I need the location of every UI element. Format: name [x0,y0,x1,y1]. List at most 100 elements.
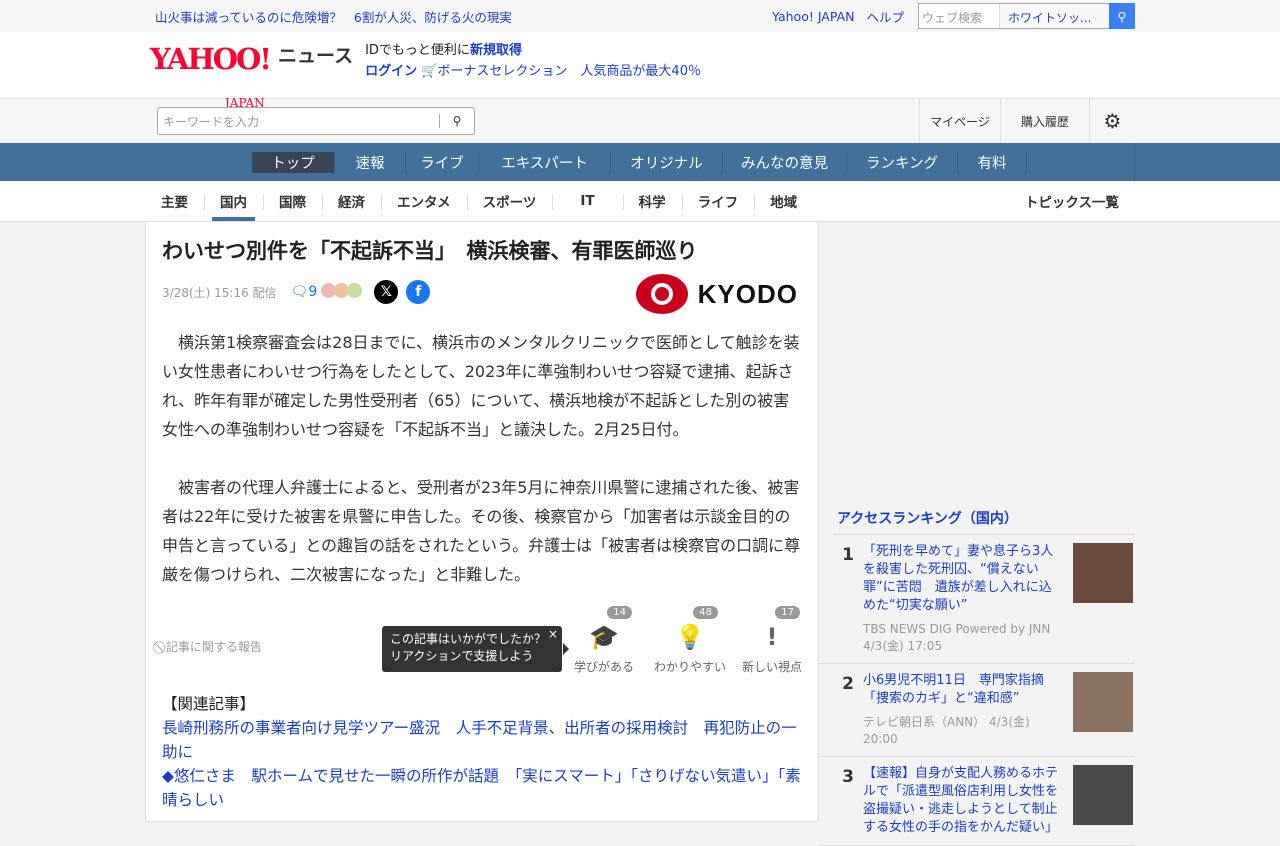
publish-date: 3/28(土) 15:16 配信 [162,285,277,300]
source-name: KYODO [697,278,798,309]
subnav-entertainment[interactable]: エンタメ [381,181,467,221]
web-search: ウェブ検索 ホワイトソッ... ⚲ [918,3,1135,29]
reaction-count: 17 [775,606,800,619]
reaction-label: 新しい視点 [741,660,802,674]
article: わいせつ別件を「不起訴不当」 横浜検審、有罪医師巡り 3/28(土) 15:16… [145,222,819,822]
ranking-source: TBS NEWS DIG Powered by JNN [863,622,1051,636]
x-share-icon[interactable]: 𝕏 [374,280,399,304]
trend-text: 山火事は減っているのに危険増？ [155,9,342,25]
reaction-label: わかりやすい [653,660,726,674]
ranking-title[interactable]: 【速報】自身が支配人務めるホテルで「派遣型風俗店利用し女性を盗撮疑い・逃走しよう… [863,765,1063,837]
search-icon[interactable]: ⚲ [440,114,474,128]
kyodo-logo[interactable]: KYODO [635,274,798,314]
nav-top[interactable]: トップ [252,151,335,173]
promo-link[interactable]: ボーナスセレクション 人気商品が最大40％ [437,64,701,79]
ranking-source: テレビ朝日系（ANN） [863,715,986,729]
nav-live[interactable]: ライブ [406,151,479,173]
comment-count: 9 [308,284,318,300]
subnav-sports[interactable]: スポーツ [466,181,553,221]
related-link[interactable]: 長崎刑務所の事業者向け見学ツアー盛況 人手不足背景、出所者の採用検討 再犯防止の… [162,716,802,764]
ranking-title[interactable]: 「死刑を早めて」妻や息子ら3人を殺害した死刑囚、“償えない罪”に苦悶 遺族が差し… [863,543,1063,615]
yahoo-news-logo[interactable]: YAHOO! JAPAN ニュース [150,44,353,110]
cart-icon: 🛒 [421,64,438,79]
help-link[interactable]: ヘルプ [866,7,904,26]
header: YAHOO! JAPAN ニュース IDでもっと便利に新規取得 ログイン 🛒ボー… [145,32,1135,110]
main-nav: トップ 速報 ライブ エキスパート オリジナル みんなの意見 ランキング 有料 [0,143,1280,181]
logo-yahoo: YAHOO! [150,41,272,76]
sidebar: アクセスランキング（国内） 1 「死刑を早めて」妻や息子ら3人を殺害した死刑囚、“… [819,222,1135,846]
reaction-faces-icon [321,283,363,301]
reaction-learn-button[interactable]: 14 🎓 学びがある [564,606,644,675]
trending-link[interactable]: 山火事は減っているのに危険増？ 6割が人災、防げる火の現実 [155,7,524,26]
id-text: IDでもっと便利に [365,43,470,58]
search-placeholder: キーワードを入力 [163,114,260,129]
subnav-economy[interactable]: 経済 [322,181,381,221]
related-articles: 【関連記事】 長崎刑務所の事業者向け見学ツアー盛況 人手不足背景、出所者の採用検… [162,692,802,812]
subnav-world[interactable]: 国際 [263,181,322,221]
reaction-newview-button[interactable]: 17! 新しい視点 [732,606,812,675]
subnav-local[interactable]: 地域 [754,181,813,221]
subnav-it[interactable]: IT [552,181,622,221]
rank-number: 1 [842,545,854,565]
subnav-domestic[interactable]: 国内 [204,181,263,221]
thumbnail[interactable] [1073,765,1133,825]
keyword-search-input[interactable]: キーワードを入力 ⚲ [157,107,475,135]
gear-icon[interactable]: ⚙ [1089,99,1135,143]
thumbnail[interactable] [1073,672,1133,732]
nav-ranking[interactable]: ランキング [847,151,958,173]
signup-link[interactable]: 新規取得 [470,43,522,58]
logo-news: ニュース [278,44,354,67]
exclamation-icon: ! [766,623,778,651]
web-search-input[interactable]: ウェブ検索 [919,4,999,28]
access-ranking: アクセスランキング（国内） 1 「死刑を早めて」妻や息子ら3人を殺害した死刑囚、“… [819,502,1135,846]
yahoo-japan-link[interactable]: Yahoo! JAPAN [772,9,854,24]
tip-text: この記事はいかがでしたか？ [390,632,547,646]
reaction-clear-button[interactable]: 48 💡 わかりやすい [650,606,730,675]
lightbulb-icon: 💡 [675,623,705,651]
ranking-item[interactable]: 1 「死刑を早めて」妻や息子ら3人を殺害した死刑囚、“償えない罪”に苦悶 遺族が差… [819,535,1135,664]
purchase-history-link[interactable]: 購入履歴 [1000,99,1089,143]
ranking-item[interactable]: 2 小6男児不明11日 専門家指摘「捜索のカギ」と“違和感” テレビ朝日系（ANN）… [819,664,1135,757]
nav-paid[interactable]: 有料 [958,151,1027,173]
subnav-life[interactable]: ライフ [681,181,755,221]
ranking-item[interactable]: 3 【速報】自身が支配人務めるホテルで「派遣型風俗店利用し女性を盗撮疑い・逃走しよ… [819,757,1135,846]
subnav-science[interactable]: 科学 [622,181,682,221]
nav-original[interactable]: オリジナル [611,151,723,173]
graduation-cap-icon: 🎓 [589,623,619,651]
search-icon[interactable]: ⚲ [1109,3,1135,29]
tip-text: リアクションで支援しよう [390,649,534,663]
rank-number: 3 [842,767,854,787]
report-link[interactable]: ⃠ 記事に関する報告 [162,638,262,655]
sub-nav: 主要 国内 国際 経済 エンタメ スポーツ IT 科学 ライフ 地域 トピックス… [0,181,1280,222]
close-icon[interactable]: × [548,626,558,643]
article-title: わいせつ別件を「不起訴不当」 横浜検審、有罪医師巡り [162,239,698,263]
thumbnail[interactable] [1073,543,1133,603]
paragraph: 横浜第1検察審査会は28日までに、横浜市のメンタルクリニックで医師として触診を装… [162,333,800,439]
ranking-heading: アクセスランキング（国内） [833,502,1135,535]
related-link[interactable]: ◆悠仁さま 駅ホームで見せた一瞬の所作が話題 「実にスマート」「さりげない気遣い… [162,764,802,812]
reaction-count: 14 [607,606,632,619]
login-link[interactable]: ログイン [365,64,417,79]
related-heading: 【関連記事】 [162,695,256,713]
nav-expert[interactable]: エキスパート [479,151,611,173]
reaction-label: 学びがある [573,660,634,674]
paragraph: 被害者の代理人弁護士によると、受刑者が23年5月に神奈川県警に逮捕された後、被害… [162,478,801,584]
rank-number: 2 [842,674,854,694]
reaction-tooltip: この記事はいかがでしたか？ リアクションで支援しよう × [382,626,569,672]
facebook-share-icon[interactable]: f [406,280,431,304]
nav-opinions[interactable]: みんなの意見 [723,151,847,173]
ad-space [819,222,1135,502]
nav-breaking[interactable]: 速報 [335,151,406,173]
mypage-link[interactable]: マイページ [919,99,1000,143]
topics-list-link[interactable]: トピックス一覧 [1025,191,1119,211]
reaction-count: 48 [693,606,718,619]
comments-link[interactable]: 🗨9 [291,284,318,300]
subnav-main[interactable]: 主要 [145,181,204,221]
search-suggestion[interactable]: ホワイトソッ... [999,4,1109,28]
ranking-date: 4/3(金) 17:05 [863,639,943,653]
ranking-title[interactable]: 小6男児不明11日 専門家指摘「捜索のカギ」と“違和感” [863,672,1063,708]
report-label: 記事に関する報告 [165,640,262,654]
top-bar: 山火事は減っているのに危険増？ 6割が人災、防げる火の現実 Yahoo! JAPA… [0,0,1280,32]
trend-text: 6割が人災、防げる火の現実 [353,9,512,25]
article-body: 横浜第1検察審査会は28日までに、横浜市のメンタルクリニックで医師として触診を装… [162,328,802,589]
